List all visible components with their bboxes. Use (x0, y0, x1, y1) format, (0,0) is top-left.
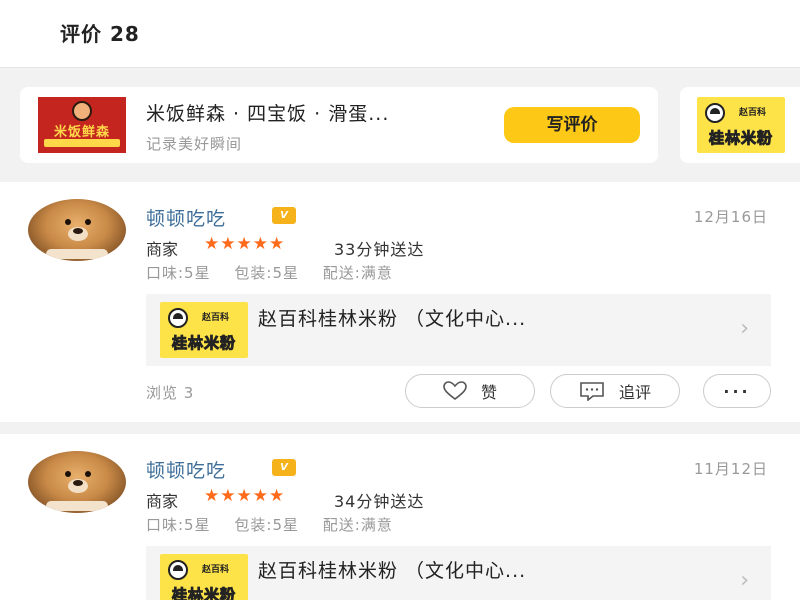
rating-label: 商家 (146, 240, 179, 259)
avatar-eye (85, 219, 91, 225)
chevron-right-icon: › (740, 316, 749, 341)
delivery-time: 33分钟送达 (334, 240, 425, 259)
taste-score: 口味:5星 (146, 264, 211, 282)
avatar-eye (85, 471, 91, 477)
logo-small-text: 赵百科 (202, 313, 230, 323)
chef-icon (72, 101, 92, 121)
shop-card-next[interactable]: 赵百科 桂林米粉 (680, 87, 800, 163)
packaging-score: 包装:5星 (234, 264, 299, 282)
write-review-button[interactable]: 写评价 (504, 107, 640, 143)
shop-logo-text: 米饭鲜森 (53, 125, 110, 140)
review-card: 顿顿吃吃 V 12月16日 商家 ★★★★★ 33分钟送达 口味:5星 包装:5… (0, 182, 800, 422)
follow-up-label: 追评 (618, 383, 651, 402)
store-name: 赵百科桂林米粉 （文化中心... (258, 560, 527, 582)
view-count: 浏览 3 (146, 384, 195, 402)
delivery-time: 34分钟送达 (334, 492, 425, 511)
heart-icon (443, 381, 467, 401)
store-name: 赵百科桂林米粉 （文化中心... (258, 308, 527, 330)
shop-name: 米饭鲜森 · 四宝饭 · 滑蛋... (146, 103, 390, 125)
star-rating: ★★★★★ (204, 234, 286, 254)
avatar[interactable] (28, 451, 126, 513)
page-title: 评价 28 (60, 22, 140, 46)
store-logo: 赵百科 桂林米粉 (160, 302, 248, 358)
page-header: 评价 28 (0, 0, 800, 68)
star-rating: ★★★★★ (204, 486, 286, 506)
member-badge-icon: V (272, 459, 296, 476)
logo-big-text: 桂林米粉 (171, 586, 236, 600)
review-date: 11月12日 (693, 460, 768, 478)
avatar-nose (73, 480, 83, 486)
like-button[interactable]: 赞 (405, 374, 535, 408)
avatar-eye (65, 471, 71, 477)
comment-icon (579, 381, 605, 401)
more-button[interactable]: ··· (703, 374, 771, 408)
logo-small-text: 赵百科 (739, 108, 767, 118)
shop-card[interactable]: 米饭鲜森 米饭鲜森 · 四宝饭 · 滑蛋... 记录美好瞬间 写评价 (20, 87, 658, 163)
avatar-paws (46, 501, 108, 511)
sub-scores: 口味:5星 包装:5星 配送:满意 (146, 262, 411, 283)
mascot-icon (168, 308, 188, 328)
store-link[interactable]: 赵百科 桂林米粉 赵百科桂林米粉 （文化中心... › (146, 546, 771, 600)
taste-score: 口味:5星 (146, 516, 211, 534)
rating-label: 商家 (146, 492, 179, 511)
user-name[interactable]: 顿顿吃吃 (146, 204, 226, 231)
avatar-paws (46, 249, 108, 259)
sub-scores: 口味:5星 包装:5星 配送:满意 (146, 514, 411, 535)
avatar-eye (65, 219, 71, 225)
delivery-score: 配送:满意 (322, 264, 393, 282)
member-badge-icon: V (272, 207, 296, 224)
store-logo: 赵百科 桂林米粉 (697, 97, 785, 153)
mascot-icon (705, 103, 725, 123)
packaging-score: 包装:5星 (234, 516, 299, 534)
shop-logo: 米饭鲜森 (38, 97, 126, 153)
logo-big-text: 桂林米粉 (708, 129, 773, 148)
like-label: 赞 (480, 383, 497, 402)
avatar[interactable] (28, 199, 126, 261)
more-icon: ··· (723, 381, 751, 401)
store-link[interactable]: 赵百科 桂林米粉 赵百科桂林米粉 （文化中心... › (146, 294, 771, 366)
store-logo: 赵百科 桂林米粉 (160, 554, 248, 600)
avatar-nose (73, 228, 83, 234)
chevron-right-icon: › (740, 568, 749, 593)
shop-carousel[interactable]: 米饭鲜森 米饭鲜森 · 四宝饭 · 滑蛋... 记录美好瞬间 写评价 赵百科 桂… (0, 69, 800, 180)
review-card: 顿顿吃吃 V 11月12日 商家 ★★★★★ 34分钟送达 口味:5星 包装:5… (0, 434, 800, 600)
user-name[interactable]: 顿顿吃吃 (146, 456, 226, 483)
logo-big-text: 桂林米粉 (171, 334, 236, 353)
review-date: 12月16日 (693, 208, 768, 226)
logo-band (44, 139, 120, 147)
delivery-score: 配送:满意 (322, 516, 393, 534)
shop-subtitle: 记录美好瞬间 (146, 135, 243, 153)
logo-small-text: 赵百科 (202, 565, 230, 575)
follow-up-review-button[interactable]: 追评 (550, 374, 680, 408)
mascot-icon (168, 560, 188, 580)
